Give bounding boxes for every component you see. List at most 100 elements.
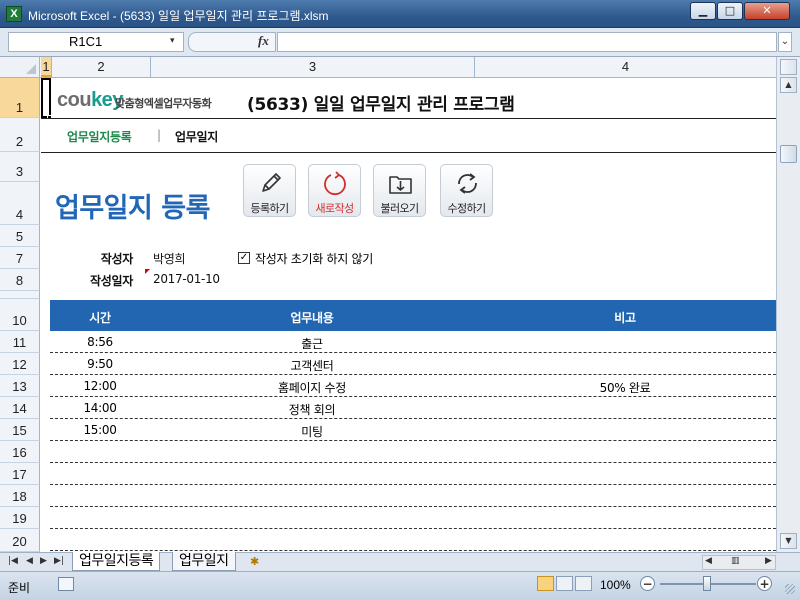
row-header-9[interactable] xyxy=(0,291,40,299)
table-row[interactable] xyxy=(50,485,776,507)
row-header-5[interactable]: 5 xyxy=(0,225,40,247)
worksheet[interactable]: coukey 맞춤형엑셀업무자동화 (5633) 일일 업무일지 관리 프로그램… xyxy=(41,78,776,552)
scroll-left-icon[interactable]: ◀ xyxy=(705,556,712,566)
macro-record-icon[interactable] xyxy=(58,577,74,591)
insert-sheet-icon[interactable]: ✱ xyxy=(250,555,268,569)
cell-content[interactable]: 출근 xyxy=(150,335,474,352)
row-header-1[interactable]: 1 xyxy=(0,78,40,118)
maximize-button[interactable]: □ xyxy=(717,2,743,20)
table-row[interactable]: 9:50 고객센터 xyxy=(50,353,776,375)
new-write-button[interactable]: 새로작성 xyxy=(308,164,361,217)
sheet-tab-bar: |◀ ◀ ▶ ▶| 업무일지등록 업무일지 ✱ ◀ ▥ ▶ xyxy=(0,552,800,571)
zoom-out-button[interactable]: − xyxy=(640,576,655,591)
page-break-view-button[interactable] xyxy=(575,576,592,591)
formula-input[interactable] xyxy=(277,32,777,52)
zoom-slider-thumb[interactable] xyxy=(703,576,711,591)
scroll-down-icon[interactable]: ▼ xyxy=(780,533,797,549)
nav-link-register[interactable]: 업무일지등록 xyxy=(67,128,132,145)
row-header-17[interactable]: 17 xyxy=(0,463,40,485)
comment-indicator[interactable] xyxy=(145,269,150,274)
close-button[interactable]: ✕ xyxy=(744,2,790,20)
cell-time[interactable]: 9:50 xyxy=(50,357,150,371)
nav-divider xyxy=(41,152,776,153)
resize-grip-icon[interactable] xyxy=(785,584,795,594)
column-header-4[interactable]: 4 xyxy=(475,57,776,77)
first-sheet-icon[interactable]: |◀ xyxy=(8,556,18,566)
cell-note[interactable]: 50% 완료 xyxy=(474,379,776,396)
row-header-15[interactable]: 15 xyxy=(0,419,40,441)
cell-content[interactable]: 정책 회의 xyxy=(150,401,474,418)
zoom-in-button[interactable]: + xyxy=(757,576,772,591)
column-header-2[interactable]: 2 xyxy=(52,57,151,77)
split-box[interactable] xyxy=(780,59,797,75)
register-button[interactable]: 등록하기 xyxy=(243,164,296,217)
cell-time[interactable]: 8:56 xyxy=(50,335,150,349)
table-row[interactable]: 14:00 정책 회의 xyxy=(50,397,776,419)
scroll-right-icon[interactable]: ▶ xyxy=(765,556,772,566)
header-note: 비고 xyxy=(614,311,636,325)
table-row[interactable] xyxy=(50,529,776,551)
row-header-20[interactable]: 20 xyxy=(0,529,40,552)
table-row[interactable]: 12:00 홈페이지 수정 50% 완료 xyxy=(50,375,776,397)
sheet-tab-journal[interactable]: 업무일지 xyxy=(172,552,236,571)
select-all-button[interactable] xyxy=(0,57,40,77)
table-row[interactable] xyxy=(50,463,776,485)
row-header-11[interactable]: 11 xyxy=(0,331,40,353)
row-header-7[interactable]: 7 xyxy=(0,247,40,269)
cell-time[interactable]: 14:00 xyxy=(50,401,150,415)
folder-download-icon xyxy=(389,176,412,194)
row-header-3[interactable]: 3 xyxy=(0,152,40,182)
date-value[interactable]: 2017-01-10 xyxy=(153,272,220,286)
row-header-10[interactable]: 10 xyxy=(0,299,40,331)
cell-content[interactable]: 고객센터 xyxy=(150,357,474,374)
vertical-scrollbar[interactable]: ▲ ▼ xyxy=(776,57,800,552)
keep-author-checkbox-label[interactable]: 작성자 초기화 하지 않기 xyxy=(255,250,373,267)
row-header-13[interactable]: 13 xyxy=(0,375,40,397)
excel-app-icon[interactable]: X xyxy=(6,6,22,22)
vertical-scroll-thumb[interactable] xyxy=(780,145,797,163)
author-value[interactable]: 박영희 xyxy=(153,250,186,267)
cell-content[interactable]: 홈페이지 수정 xyxy=(150,379,474,396)
column-header-1[interactable]: 1 xyxy=(41,57,52,77)
insert-function-icon[interactable]: fx xyxy=(258,33,269,49)
row-header-16[interactable]: 16 xyxy=(0,441,40,463)
horizontal-scroll-thumb[interactable]: ▥ xyxy=(731,556,740,566)
new-write-button-label: 새로작성 xyxy=(315,202,354,215)
cell-time[interactable]: 15:00 xyxy=(50,423,150,437)
cell-content[interactable]: 미팅 xyxy=(150,423,474,440)
edit-button[interactable]: 수정하기 xyxy=(440,164,493,217)
table-row[interactable] xyxy=(50,507,776,529)
table-row[interactable]: 8:56 출근 xyxy=(50,331,776,353)
cell-time[interactable]: 12:00 xyxy=(50,379,150,393)
normal-view-button[interactable] xyxy=(537,576,554,591)
name-box-dropdown-icon[interactable]: ▾ xyxy=(170,36,175,46)
name-box[interactable]: R1C1 xyxy=(8,32,184,52)
row-header-14[interactable]: 14 xyxy=(0,397,40,419)
active-cell-selection[interactable] xyxy=(41,78,51,118)
minimize-button[interactable]: ▁ xyxy=(690,2,716,20)
column-header-3[interactable]: 3 xyxy=(151,57,475,77)
horizontal-scrollbar[interactable]: ◀ ▥ ▶ xyxy=(702,555,776,570)
pencil-icon xyxy=(262,173,281,192)
row-header-18[interactable]: 18 xyxy=(0,485,40,507)
page-layout-view-button[interactable] xyxy=(556,576,573,591)
row-header-4[interactable]: 4 xyxy=(0,182,40,225)
nav-link-journal[interactable]: 업무일지 xyxy=(175,128,218,145)
sheet-tab-register[interactable]: 업무일지등록 xyxy=(72,552,161,571)
table-header: 시간 업무내용 비고 xyxy=(50,300,776,331)
row-header-2[interactable]: 2 xyxy=(0,118,40,152)
row-header-8[interactable]: 8 xyxy=(0,269,40,291)
author-label: 작성자 xyxy=(100,252,134,266)
prev-sheet-icon[interactable]: ◀ xyxy=(26,556,33,566)
expand-formula-bar-button[interactable]: ⌄ xyxy=(778,32,792,52)
scroll-up-icon[interactable]: ▲ xyxy=(780,77,797,93)
keep-author-checkbox[interactable]: ✓ xyxy=(238,252,250,264)
row-header-19[interactable]: 19 xyxy=(0,507,40,529)
load-button[interactable]: 불러오기 xyxy=(373,164,426,217)
zoom-level[interactable]: 100% xyxy=(600,578,631,592)
table-row[interactable] xyxy=(50,441,776,463)
row-header-12[interactable]: 12 xyxy=(0,353,40,375)
last-sheet-icon[interactable]: ▶| xyxy=(54,556,64,566)
table-row[interactable]: 15:00 미팅 xyxy=(50,419,776,441)
next-sheet-icon[interactable]: ▶ xyxy=(40,556,47,566)
